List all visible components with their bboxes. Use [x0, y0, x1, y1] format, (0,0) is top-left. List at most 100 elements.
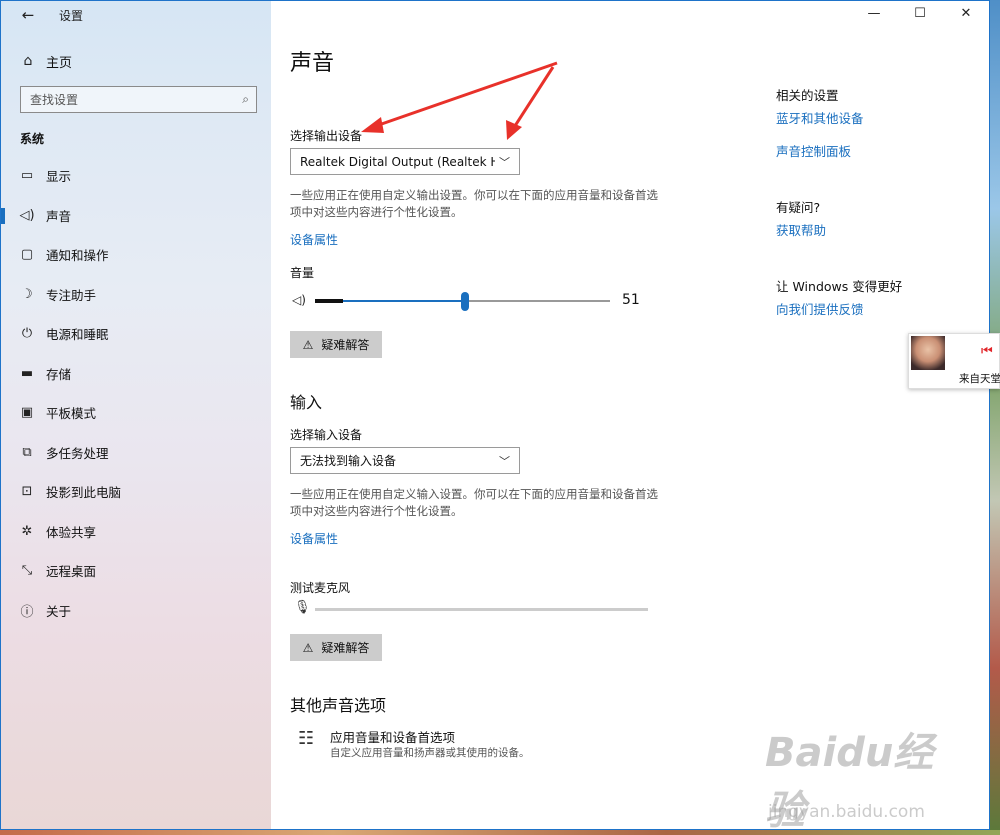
baidu-watermark: Baidu经验 jingyan.baidu.com: [760, 720, 970, 834]
troubleshoot-label: 疑难解答: [321, 338, 370, 352]
question-heading: 有疑问?: [776, 200, 821, 215]
app-volume-preferences[interactable]: ☷ 应用音量和设备首选项 自定义应用音量和扬声器或其使用的设备。: [298, 725, 698, 761]
sidebar-item-multitasking[interactable]: ⧉ 多任务处理: [1, 433, 271, 473]
chevron-down-icon: ﹀: [499, 155, 510, 169]
sidebar-item-label: 显示: [46, 169, 72, 185]
storage-icon: ▬: [20, 365, 34, 381]
sidebar-item-label: 远程桌面: [46, 564, 97, 580]
sidebar-item-label: 专注助手: [46, 287, 97, 303]
improve-windows-heading: 让 Windows 变得更好: [776, 279, 903, 294]
watermark-url: jingyan.baidu.com: [768, 802, 925, 822]
sidebar-item-label: 声音: [46, 208, 72, 224]
sidebar: ← 设置 ⌂ 主页 ⌕ 系统 ▭ 显示 ◁) 声音 ▢ 通知和操作: [1, 1, 271, 829]
moon-icon: ☽: [21, 286, 33, 302]
input-device-dropdown[interactable]: 无法找到输入设备 ﹀: [290, 447, 520, 474]
app-volume-subtitle: 自定义应用音量和扬声器或其使用的设备。: [330, 747, 530, 759]
output-description: 一些应用正在使用自定义输出设置。你可以在下面的应用音量和设备首选项中对这些内容进…: [290, 188, 658, 219]
project-icon: ⊡: [21, 484, 33, 500]
sidebar-item-display[interactable]: ▭ 显示: [1, 156, 271, 196]
input-device-value: 无法找到输入设备: [300, 454, 397, 468]
section-label: 系统: [20, 132, 45, 146]
output-device-dropdown[interactable]: Realtek Digital Output (Realtek Hi... ﹀: [290, 148, 520, 175]
volume-slider[interactable]: [315, 292, 610, 311]
chevron-down-icon: ﹀: [499, 454, 510, 468]
sidebar-item-sound[interactable]: ◁) 声音: [1, 196, 271, 236]
volume-label: 音量: [290, 266, 315, 280]
info-icon: ⓘ: [20, 604, 34, 620]
sidebar-item-remote-desktop[interactable]: ⤡ 远程桌面: [1, 551, 271, 591]
mic-level-row: 🎙︎: [290, 599, 650, 621]
warning-icon: ⚠: [302, 337, 314, 352]
sidebar-item-power-sleep[interactable]: ⏻ 电源和睡眠: [1, 314, 271, 354]
input-device-properties-link[interactable]: 设备属性: [290, 530, 338, 547]
sidebar-item-tablet-mode[interactable]: ▣ 平板模式: [1, 393, 271, 433]
remote-icon: ⤡: [21, 563, 33, 579]
input-troubleshoot-button[interactable]: ⚠ 疑难解答: [290, 634, 382, 661]
search-box[interactable]: ⌕: [20, 86, 257, 113]
back-arrow-icon[interactable]: ←: [15, 5, 41, 25]
output-device-value: Realtek Digital Output (Realtek Hi...: [300, 154, 495, 169]
warning-icon: ⚠: [302, 640, 314, 655]
get-help-link[interactable]: 获取帮助: [776, 220, 826, 239]
sidebar-item-about[interactable]: ⓘ 关于: [1, 591, 271, 631]
monitor-icon: ▭: [20, 168, 34, 184]
sidebar-item-label: 平板模式: [46, 406, 97, 422]
volume-slider-thumb[interactable]: [461, 292, 470, 311]
sidebar-item-shared-experiences[interactable]: ✲ 体验共享: [1, 512, 271, 552]
main-content: 声音 选择输出设备 Realtek Digital Output (Realte…: [271, 1, 989, 829]
test-mic-label: 测试麦克风: [290, 581, 351, 595]
sidebar-nav: ▭ 显示 ◁) 声音 ▢ 通知和操作 ☽ 专注助手 ⏻ 电源和睡眠 ▬ 存储 ▣…: [1, 156, 271, 630]
settings-window: ← 设置 ⌂ 主页 ⌕ 系统 ▭ 显示 ◁) 声音 ▢ 通知和操作: [0, 0, 990, 830]
volume-slider-row: ◁) 51: [290, 291, 650, 313]
app-volume-title: 应用音量和设备首选项: [330, 730, 456, 745]
speaker-icon[interactable]: ◁): [292, 293, 306, 307]
speaker-icon: ◁): [19, 207, 35, 223]
sidebar-item-storage[interactable]: ▬ 存储: [1, 354, 271, 394]
power-icon: ⏻: [21, 326, 33, 342]
sidebar-item-label: 存储: [46, 366, 72, 382]
sidebar-item-label: 通知和操作: [46, 248, 109, 264]
sidebar-item-label: 体验共享: [46, 524, 97, 540]
share-icon: ✲: [21, 523, 33, 539]
sidebar-item-label: 关于: [46, 603, 72, 619]
music-widget[interactable]: ⏮ 来自天堂: [908, 333, 1000, 389]
give-feedback-link[interactable]: 向我们提供反馈: [776, 299, 864, 318]
sidebar-item-project[interactable]: ⊡ 投影到此电脑: [1, 472, 271, 512]
title-bar: ← 设置: [1, 1, 271, 29]
troubleshoot-label: 疑难解答: [321, 641, 370, 655]
microphone-icon: 🎙︎: [294, 600, 311, 615]
sidebar-item-home[interactable]: ⌂ 主页: [1, 47, 271, 75]
home-icon: ⌂: [23, 53, 33, 69]
output-device-label: 选择输出设备: [290, 129, 363, 143]
output-device-properties-link[interactable]: 设备属性: [290, 231, 338, 248]
input-device-label: 选择输入设备: [290, 428, 363, 442]
sidebar-item-label: 多任务处理: [46, 445, 109, 461]
volume-peak-meter: [315, 299, 343, 303]
volume-value: 51: [622, 292, 640, 308]
sliders-speaker-icon: ☷: [298, 728, 315, 749]
sound-control-panel-link[interactable]: 声音控制面板: [776, 141, 851, 160]
mic-level-meter: [315, 608, 648, 611]
sidebar-item-label: 主页: [46, 55, 73, 71]
desktop-background: [990, 0, 1000, 835]
sidebar-item-label: 电源和睡眠: [46, 327, 109, 343]
search-input[interactable]: [30, 92, 230, 107]
sidebar-item-focus-assist[interactable]: ☽ 专注助手: [1, 275, 271, 315]
notification-icon: ▢: [20, 247, 34, 263]
page-title: 声音: [290, 51, 335, 76]
input-heading: 输入: [290, 393, 323, 412]
search-icon[interactable]: ⌕: [242, 92, 249, 107]
tablet-icon: ▣: [20, 405, 34, 421]
sidebar-item-label: 投影到此电脑: [46, 485, 122, 501]
window-title: 设置: [59, 9, 84, 23]
related-settings-heading: 相关的设置: [776, 88, 839, 103]
bluetooth-devices-link[interactable]: 蓝牙和其他设备: [776, 108, 864, 127]
album-cover: [911, 336, 945, 370]
sidebar-item-notifications[interactable]: ▢ 通知和操作: [1, 235, 271, 275]
input-description: 一些应用正在使用自定义输入设置。你可以在下面的应用音量和设备首选项中对这些内容进…: [290, 487, 658, 518]
previous-track-icon[interactable]: ⏮: [981, 344, 993, 359]
song-caption: 来自天堂: [959, 373, 1000, 385]
output-troubleshoot-button[interactable]: ⚠ 疑难解答: [290, 331, 382, 358]
multitask-icon: ⧉: [22, 444, 32, 460]
other-options-heading: 其他声音选项: [290, 696, 387, 715]
